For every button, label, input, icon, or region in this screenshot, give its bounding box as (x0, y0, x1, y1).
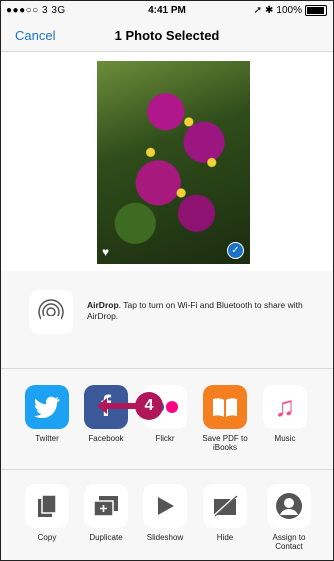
status-right: ➚ ✱ 100% (254, 5, 327, 16)
bluetooth-icon: ✱ (265, 5, 274, 16)
navigation-bar: Cancel 1 Photo Selected (1, 21, 333, 52)
airdrop-icon[interactable] (29, 290, 73, 334)
share-facebook[interactable]: f Facebook (76, 385, 136, 443)
duplicate-icon (84, 484, 128, 528)
battery-icon (305, 5, 327, 16)
airdrop-hint: . Tap to turn on Wi-Fi and Bluetooth to … (87, 300, 303, 321)
share-ibooks[interactable]: Save PDF to iBooks (195, 385, 255, 452)
action-slideshow-label: Slideshow (146, 533, 184, 542)
contact-icon (267, 484, 311, 528)
share-flickr-label: Flickr (155, 434, 175, 443)
airdrop-section: AirDrop. Tap to turn on Wi-Fi and Blueto… (1, 272, 333, 369)
location-icon: ➚ (253, 5, 263, 16)
share-sheet: ●●●○○ 3 3G 4:41 PM ➚ ✱ 100% Cancel 1 Pho… (0, 0, 334, 561)
twitter-icon (25, 385, 69, 429)
hide-icon (203, 484, 247, 528)
actions-row: Copy Duplicate Slideshow Hide Assign to … (1, 470, 333, 560)
share-music-label: Music (274, 434, 296, 443)
share-apps-row: Twitter f Facebook Flickr Save PDF to iB… (1, 369, 333, 470)
airdrop-label: AirDrop (87, 300, 119, 310)
heart-icon: ♥ (102, 245, 110, 259)
action-copy-label: Copy (37, 533, 57, 542)
page-title: 1 Photo Selected (114, 28, 220, 43)
action-hide[interactable]: Hide (195, 484, 255, 542)
action-assign-contact-label: Assign to Contact (272, 533, 306, 551)
status-bar: ●●●○○ 3 3G 4:41 PM ➚ ✱ 100% (1, 1, 333, 21)
callout-arrow-line (105, 403, 137, 409)
selected-photo[interactable]: ♥ ✓ (97, 61, 250, 264)
share-music[interactable]: ♫ Music (255, 385, 315, 443)
battery-percent: 100% (276, 5, 302, 16)
action-copy[interactable]: Copy (17, 484, 77, 542)
copy-icon (25, 484, 69, 528)
action-duplicate[interactable]: Duplicate (76, 484, 136, 542)
share-twitter[interactable]: Twitter (17, 385, 77, 443)
share-ibooks-label: Save PDF to iBooks (202, 434, 248, 452)
play-icon (143, 484, 187, 528)
ibooks-icon (203, 385, 247, 429)
music-icon: ♫ (263, 385, 307, 429)
action-slideshow[interactable]: Slideshow (135, 484, 195, 542)
action-hide-label: Hide (216, 533, 234, 542)
photo-picker: ♥ ✓ (1, 52, 333, 271)
checkmark-icon[interactable]: ✓ (227, 242, 244, 259)
callout-badge: 4 (135, 392, 163, 420)
share-twitter-label: Twitter (35, 434, 59, 443)
action-duplicate-label: Duplicate (89, 533, 123, 542)
airdrop-description: AirDrop. Tap to turn on Wi-Fi and Blueto… (87, 300, 321, 322)
action-assign-contact[interactable]: Assign to Contact (259, 484, 319, 551)
share-facebook-label: Facebook (88, 434, 124, 443)
